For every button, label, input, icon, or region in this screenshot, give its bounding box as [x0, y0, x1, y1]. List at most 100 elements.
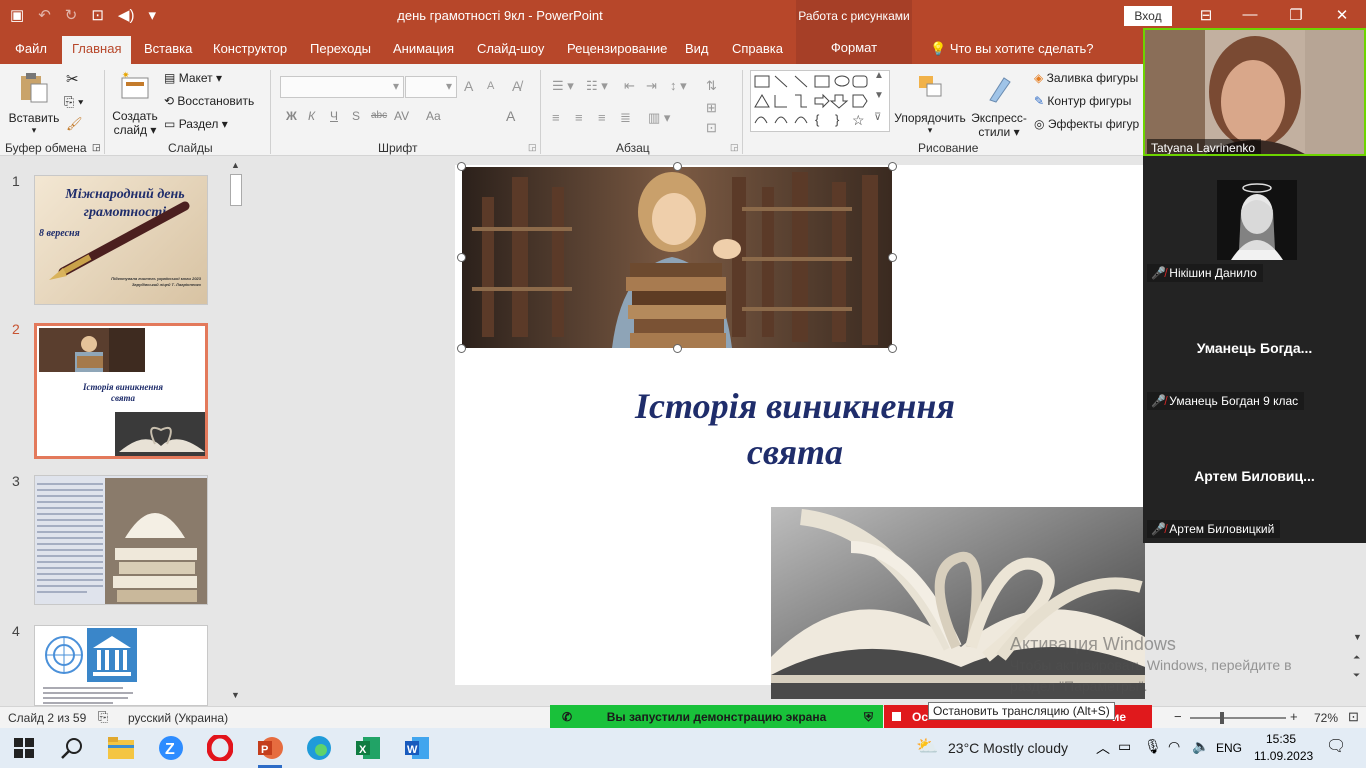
- tab-help[interactable]: Справка: [732, 41, 783, 56]
- clock-date[interactable]: 11.09.2023: [1254, 749, 1313, 763]
- language-indicator[interactable]: русский (Украина): [128, 711, 228, 725]
- shapes-gallery[interactable]: { } ☆: [750, 70, 890, 132]
- weather-cloud-icon[interactable]: ⛅: [916, 736, 938, 757]
- shape-effects-button[interactable]: ◎ Эффекты фигур: [1034, 117, 1139, 131]
- weather-text[interactable]: 23°C Mostly cloudy: [948, 740, 1068, 756]
- change-case-button[interactable]: Aa: [426, 109, 441, 123]
- girl-with-books-image[interactable]: [462, 167, 892, 348]
- align-left-icon[interactable]: ≡: [552, 110, 560, 125]
- align-right-icon[interactable]: ≡: [598, 110, 606, 125]
- shrink-font-button[interactable]: A: [487, 80, 494, 92]
- scroll-up-icon[interactable]: ▲: [231, 160, 240, 170]
- tab-review[interactable]: Рецензирование: [567, 41, 667, 56]
- tab-insert[interactable]: Вставка: [144, 41, 192, 56]
- resize-handle-s[interactable]: [673, 344, 682, 353]
- opera-icon[interactable]: [207, 735, 233, 761]
- restore-icon[interactable]: ❐: [1286, 6, 1306, 24]
- windows-start-icon[interactable]: [14, 738, 34, 758]
- zoom-slider[interactable]: [1190, 712, 1286, 724]
- resize-handle-n[interactable]: [673, 162, 682, 171]
- resize-handle-e[interactable]: [888, 253, 897, 262]
- zoom-out-icon[interactable]: −: [1174, 709, 1182, 724]
- paragraph-launcher-icon[interactable]: ◲: [730, 142, 739, 153]
- slide-canvas[interactable]: Історія виникнення свята: [455, 162, 1145, 699]
- increase-indent-icon[interactable]: ⇥: [646, 78, 657, 94]
- powerpoint-icon[interactable]: P: [257, 735, 283, 761]
- format-painter-icon[interactable]: 🖌: [66, 116, 83, 132]
- cut-icon[interactable]: ✂: [66, 70, 79, 88]
- align-text-icon[interactable]: ⊞: [706, 100, 717, 116]
- quick-styles-button[interactable]: Экспресс- стили ▾: [968, 72, 1030, 139]
- arrange-button[interactable]: Упорядочить ▾: [894, 72, 966, 136]
- gallery-scroll-down-icon[interactable]: ▼: [874, 90, 884, 101]
- layout-button[interactable]: ▤ Макет ▾: [164, 71, 222, 85]
- slide-thumbnail-1[interactable]: Міжнародний день грамотності 8 вересня П…: [34, 175, 208, 305]
- align-center-icon[interactable]: ≡: [575, 110, 583, 125]
- tab-home[interactable]: Главная: [62, 36, 132, 64]
- font-launcher-icon[interactable]: ◲: [528, 142, 537, 153]
- resize-handle-ne[interactable]: [888, 162, 897, 171]
- video-tile-participant[interactable]: 🎤̸ Нікішин Данило: [1143, 158, 1366, 284]
- tab-design[interactable]: Конструктор: [213, 41, 287, 56]
- character-spacing-button[interactable]: AV: [394, 109, 409, 123]
- thumbnail-scrollbar[interactable]: ▲ ▼: [229, 160, 243, 704]
- tab-format[interactable]: Формат: [796, 32, 912, 64]
- zoom-level[interactable]: 72%: [1314, 711, 1338, 725]
- battery-icon[interactable]: ▭: [1118, 738, 1131, 755]
- slide-thumbnail-3[interactable]: [34, 475, 208, 605]
- clear-formatting-icon[interactable]: A̸: [512, 78, 521, 94]
- next-slide-icon[interactable]: ⏷: [1353, 670, 1360, 681]
- video-tile-active-speaker[interactable]: Tatyana Lavrinenko: [1143, 28, 1366, 156]
- gallery-more-icon[interactable]: ⊽: [874, 112, 881, 123]
- close-icon[interactable]: ✕: [1332, 6, 1352, 24]
- tab-animations[interactable]: Анимация: [393, 41, 454, 56]
- columns-icon[interactable]: ▥ ▾: [648, 110, 670, 126]
- slide-thumbnail-4[interactable]: [34, 625, 208, 706]
- zoom-slider-thumb[interactable]: [1220, 712, 1224, 724]
- section-button[interactable]: ▭ Раздел ▾: [164, 117, 228, 131]
- reset-button[interactable]: ⟲ Восстановить: [164, 94, 254, 108]
- video-tile-participant[interactable]: Артем Биловиц... 🎤̸ Артем Биловицкий: [1143, 414, 1366, 540]
- bullets-icon[interactable]: ☰ ▾: [552, 78, 574, 94]
- tab-file[interactable]: Файл: [15, 41, 47, 56]
- shape-fill-button[interactable]: ◈ Заливка фигуры: [1034, 71, 1138, 85]
- decrease-indent-icon[interactable]: ⇤: [624, 78, 635, 94]
- tab-transitions[interactable]: Переходы: [310, 41, 371, 56]
- gallery-scroll-up-icon[interactable]: ▲: [874, 70, 884, 81]
- excel-icon[interactable]: X: [355, 735, 381, 761]
- fit-slide-icon[interactable]: ⊡: [1348, 709, 1359, 725]
- scroll-down-icon[interactable]: ▼: [1353, 632, 1362, 642]
- tray-chevron-icon[interactable]: ︿: [1096, 738, 1110, 758]
- zoom-in-icon[interactable]: +: [1290, 709, 1298, 724]
- volume-icon[interactable]: 🔈: [1192, 738, 1209, 755]
- search-icon[interactable]: [60, 736, 84, 760]
- tell-me-search[interactable]: 💡 Что вы хотите сделать?: [930, 41, 1094, 57]
- clock-time[interactable]: 15:35: [1266, 732, 1296, 746]
- ribbon-display-options-icon[interactable]: ⊟: [1196, 6, 1216, 24]
- microphone-icon[interactable]: 🎙: [1144, 738, 1162, 755]
- wifi-icon[interactable]: ◠: [1168, 738, 1180, 755]
- text-shadow-button[interactable]: S: [352, 109, 360, 123]
- notifications-icon[interactable]: 🗨: [1326, 736, 1346, 756]
- scroll-down-icon[interactable]: ▼: [231, 690, 240, 700]
- text-direction-icon[interactable]: ⇅: [706, 78, 717, 94]
- new-slide-button[interactable]: ✷ Создать слайд ▾: [110, 70, 160, 137]
- numbering-icon[interactable]: ☷ ▾: [586, 78, 608, 94]
- sign-in-button[interactable]: Вход: [1124, 6, 1172, 26]
- canvas-scrollbar[interactable]: ▼ ⏶ ⏷: [1350, 630, 1364, 706]
- italic-button[interactable]: К: [308, 109, 315, 123]
- font-color-button[interactable]: A: [506, 108, 515, 124]
- previous-slide-icon[interactable]: ⏶: [1353, 652, 1360, 663]
- tab-slideshow[interactable]: Слайд-шоу: [477, 41, 544, 56]
- scrollbar-thumb[interactable]: [230, 174, 242, 206]
- justify-icon[interactable]: ≣: [620, 110, 631, 126]
- resize-handle-se[interactable]: [888, 344, 897, 353]
- resize-handle-w[interactable]: [457, 253, 466, 262]
- font-name-combo[interactable]: ▾: [280, 76, 404, 98]
- word-icon[interactable]: W: [404, 735, 430, 761]
- paste-button[interactable]: Вставить ▾: [8, 72, 60, 136]
- slide-title[interactable]: Історія виникнення свята: [585, 383, 1005, 475]
- line-spacing-icon[interactable]: ↕ ▾: [670, 78, 687, 94]
- file-explorer-icon[interactable]: [108, 737, 134, 759]
- edge-icon[interactable]: [306, 735, 332, 761]
